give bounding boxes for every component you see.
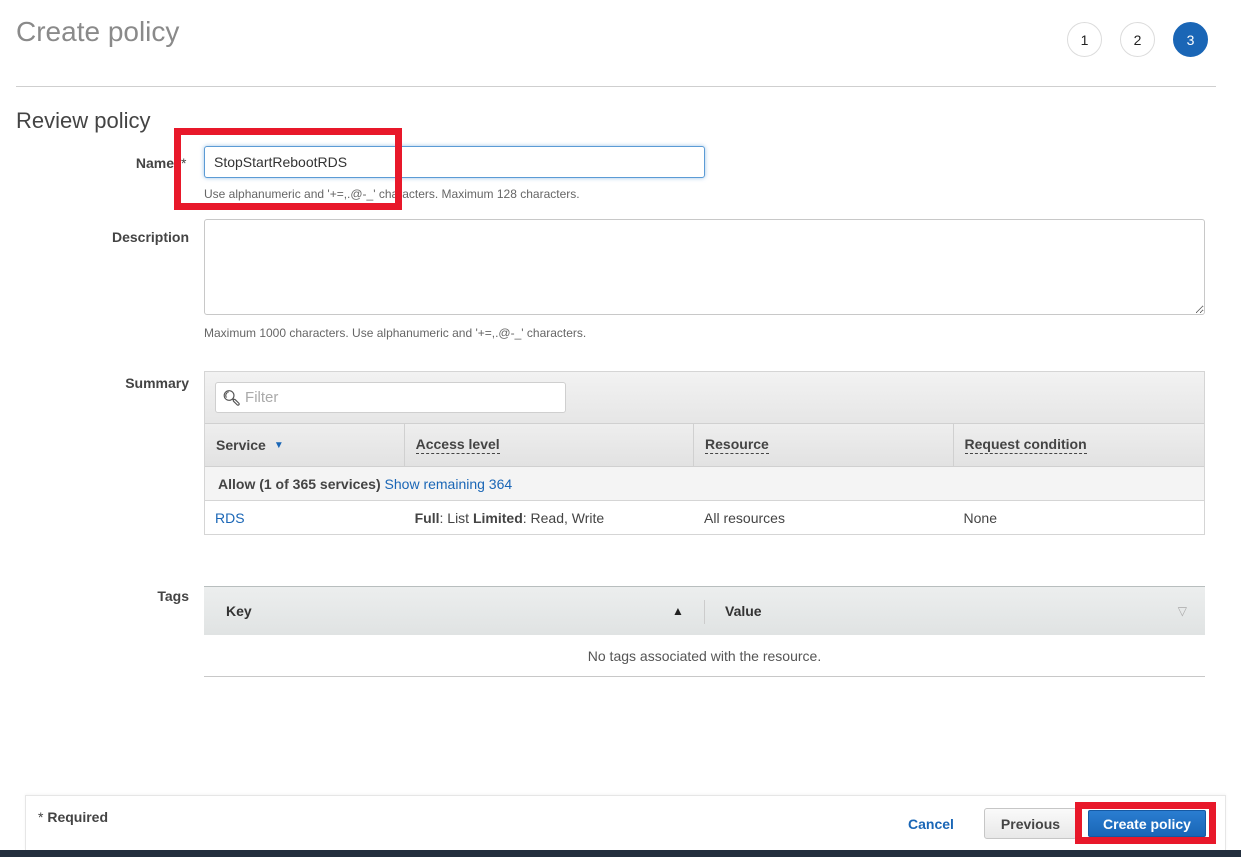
table-row: RDS Full: List Limited: Read, Write All … bbox=[205, 501, 1204, 535]
tags-header-row: Key ▲ Value ▽ bbox=[204, 586, 1205, 635]
step-2[interactable]: 2 bbox=[1120, 22, 1155, 57]
name-required-mark: * bbox=[181, 155, 187, 171]
sort-descending-icon[interactable]: ▼ bbox=[274, 440, 284, 451]
summary-label: Summary bbox=[125, 375, 189, 391]
description-hint: Maximum 1000 characters. Use alphanumeri… bbox=[204, 326, 587, 340]
create-policy-button[interactable]: Create policy bbox=[1088, 810, 1206, 837]
wizard-steps: 1 2 3 bbox=[1067, 22, 1208, 57]
column-header-resource[interactable]: Resource bbox=[694, 424, 954, 466]
footer-bar: * Required Cancel Previous Create policy bbox=[25, 795, 1226, 850]
sort-unsorted-icon[interactable]: ▽ bbox=[1178, 604, 1187, 618]
name-hint: Use alphanumeric and '+=,.@-_' character… bbox=[204, 187, 580, 201]
request-condition-cell: None bbox=[963, 509, 997, 526]
name-label: Name bbox=[135, 155, 174, 171]
column-header-access-level[interactable]: Access level bbox=[405, 424, 695, 466]
filter-box[interactable]: 🔍︎ bbox=[215, 382, 566, 413]
column-header-request-condition[interactable]: Request condition bbox=[954, 424, 1205, 466]
summary-filter-input[interactable] bbox=[245, 389, 546, 406]
policy-name-input[interactable] bbox=[204, 146, 705, 178]
step-3-current: 3 bbox=[1173, 22, 1208, 57]
show-remaining-link[interactable]: Show remaining 364 bbox=[385, 476, 513, 492]
previous-button[interactable]: Previous bbox=[984, 808, 1077, 839]
tags-table: Key ▲ Value ▽ No tags associated with th… bbox=[204, 586, 1205, 677]
allow-group-label: Allow (1 of 365 services) bbox=[218, 475, 381, 492]
tags-label: Tags bbox=[157, 588, 189, 604]
title-divider bbox=[16, 86, 1216, 87]
column-header-service[interactable]: Service ▼ bbox=[205, 424, 405, 466]
step-1[interactable]: 1 bbox=[1067, 22, 1102, 57]
cancel-button[interactable]: Cancel bbox=[908, 816, 954, 832]
allow-group-row: Allow (1 of 365 services) Show remaining… bbox=[205, 467, 1204, 501]
search-icon: 🔍︎ bbox=[222, 389, 242, 407]
sort-ascending-icon[interactable]: ▲ bbox=[672, 604, 684, 618]
column-separator bbox=[704, 600, 705, 624]
summary-filter-bar: 🔍︎ bbox=[205, 372, 1204, 424]
column-header-key[interactable]: Key bbox=[226, 603, 252, 619]
access-level-cell: Full: List Limited: Read, Write bbox=[414, 509, 605, 526]
page-title: Create policy bbox=[16, 16, 180, 47]
service-link-rds[interactable]: RDS bbox=[215, 510, 245, 526]
summary-table: 🔍︎ Service ▼ Access level Resource Reque… bbox=[204, 371, 1205, 535]
column-header-value[interactable]: Value bbox=[725, 603, 762, 619]
required-note: * Required bbox=[38, 809, 109, 825]
bottom-bar bbox=[0, 850, 1241, 857]
section-title: Review policy bbox=[16, 108, 151, 133]
summary-header-row: Service ▼ Access level Resource Request … bbox=[205, 424, 1204, 467]
resource-cell: All resources bbox=[704, 509, 785, 526]
description-label: Description bbox=[111, 229, 189, 245]
tags-empty-message: No tags associated with the resource. bbox=[204, 635, 1205, 677]
description-textarea[interactable] bbox=[204, 219, 1205, 315]
